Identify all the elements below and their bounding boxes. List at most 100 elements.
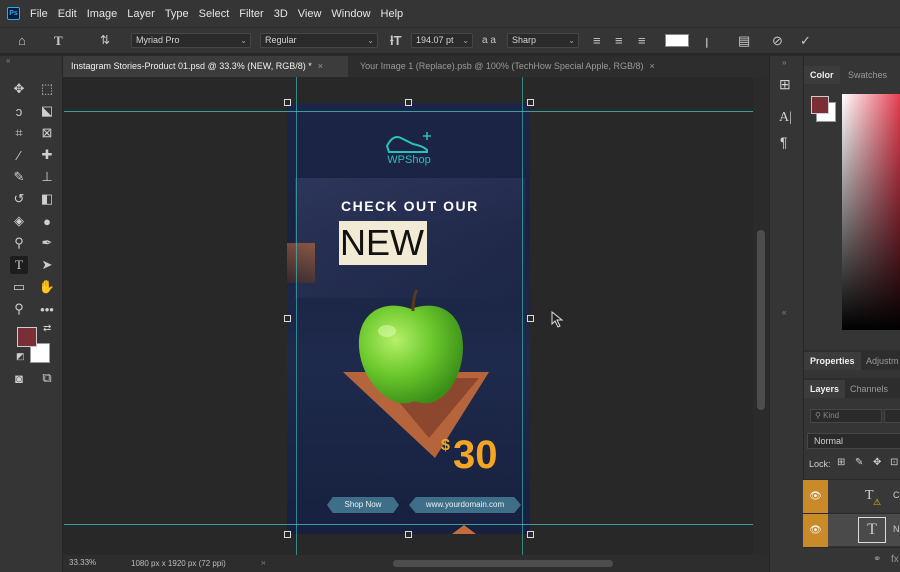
- collapse-icon[interactable]: «: [6, 56, 10, 65]
- crop-tool-icon[interactable]: ⌗: [10, 124, 28, 142]
- menu-help[interactable]: Help: [381, 8, 404, 20]
- menu-edit[interactable]: Edit: [58, 8, 77, 20]
- eraser-tool-icon[interactable]: ◧: [38, 190, 56, 208]
- menu-image[interactable]: Image: [87, 8, 118, 20]
- menu-select[interactable]: Select: [199, 8, 230, 20]
- scrollbar-thumb[interactable]: [757, 230, 765, 410]
- filter-type-icon[interactable]: [884, 409, 900, 423]
- foreground-color-swatch[interactable]: [17, 327, 37, 347]
- type-tool-preset-icon[interactable]: T: [54, 34, 63, 47]
- layer-row-selected[interactable]: 👁 T N: [803, 513, 900, 547]
- tab-channels[interactable]: Channels: [844, 380, 894, 398]
- dodge-tool-icon[interactable]: ⚲: [10, 234, 28, 252]
- menu-window[interactable]: Window: [331, 8, 370, 20]
- eye-icon[interactable]: 👁: [803, 514, 828, 547]
- swap-colors-icon[interactable]: ⇄: [43, 323, 51, 334]
- zoom-tool-icon[interactable]: ⚲: [10, 300, 28, 318]
- rectangle-tool-icon[interactable]: ▭: [10, 278, 28, 296]
- menu-type[interactable]: Type: [165, 8, 189, 20]
- menu-filter[interactable]: Filter: [239, 8, 263, 20]
- text-color-swatch[interactable]: [665, 34, 689, 47]
- menu-file[interactable]: File: [30, 8, 48, 20]
- tab-color[interactable]: Color: [804, 66, 840, 84]
- hand-tool-icon[interactable]: ✋: [38, 278, 56, 296]
- history-panel-icon[interactable]: ⊞: [779, 76, 791, 93]
- transform-handle[interactable]: [284, 99, 291, 106]
- pen-tool-icon[interactable]: ✒: [38, 234, 56, 252]
- font-family-select[interactable]: Myriad Pro ⌄: [131, 33, 251, 48]
- more-tools-icon[interactable]: •••: [38, 300, 56, 318]
- tab-swatches[interactable]: Swatches: [842, 66, 893, 84]
- commit-icon[interactable]: ✓: [800, 34, 811, 47]
- marquee-tool-icon[interactable]: ⬚: [38, 80, 56, 98]
- tab-your-image[interactable]: Your Image 1 (Replace).psb @ 100% (TechH…: [352, 56, 682, 77]
- align-left-icon[interactable]: ≡: [593, 34, 601, 47]
- frame-tool-icon[interactable]: ⊠: [38, 124, 56, 142]
- layer-kind-filter[interactable]: ⚲ Kind: [810, 409, 882, 423]
- menu-layer[interactable]: Layer: [127, 8, 155, 20]
- close-icon[interactable]: ×: [318, 61, 323, 71]
- blend-mode-select[interactable]: Normal: [807, 433, 900, 449]
- transform-handle[interactable]: [527, 315, 534, 322]
- h-scroll-left-icon[interactable]: ‹: [263, 558, 266, 567]
- quick-mask-icon[interactable]: ◙: [10, 369, 28, 387]
- document-info[interactable]: 1080 px x 1920 px (72 ppi): [131, 559, 226, 568]
- tab-instagram-stories[interactable]: Instagram Stories-Product 01.psd @ 33.3%…: [63, 56, 348, 77]
- menu-view[interactable]: View: [298, 8, 322, 20]
- zoom-level[interactable]: 33.33%: [69, 558, 96, 567]
- default-colors-icon[interactable]: ◩: [16, 351, 25, 362]
- tab-layers[interactable]: Layers: [804, 380, 846, 398]
- lock-image-icon[interactable]: ✎: [855, 457, 863, 468]
- layer-style-icon[interactable]: fx: [891, 554, 899, 565]
- new-text[interactable]: NEW: [340, 221, 424, 265]
- collapse-icon[interactable]: »: [782, 58, 786, 67]
- clone-stamp-tool-icon[interactable]: ⊥: [38, 168, 56, 186]
- paint-bucket-tool-icon[interactable]: ◈: [10, 212, 28, 230]
- move-tool-icon[interactable]: ✥: [10, 80, 28, 98]
- character-panel-icon[interactable]: A|: [779, 110, 792, 126]
- font-size-field[interactable]: 194.07 pt ⌄: [411, 33, 473, 48]
- transform-handle[interactable]: [284, 315, 291, 322]
- close-icon[interactable]: ×: [649, 61, 654, 71]
- path-select-tool-icon[interactable]: ➤: [38, 256, 56, 274]
- antialias-select[interactable]: Sharp ⌄: [507, 33, 579, 48]
- shop-now-button[interactable]: Shop Now: [327, 497, 399, 513]
- layer-row[interactable]: 👁 T ⚠ C: [803, 479, 900, 513]
- transform-handle[interactable]: [405, 99, 412, 106]
- horizontal-guide[interactable]: [64, 111, 753, 112]
- horizontal-guide[interactable]: [64, 524, 753, 525]
- collapse-icon[interactable]: «: [782, 308, 786, 317]
- transform-handle[interactable]: [527, 99, 534, 106]
- artboard[interactable]: WPShop CHECK OUT OUR NEW $ 30 Shop Now w…: [287, 103, 530, 534]
- align-right-icon[interactable]: ≡: [638, 34, 646, 47]
- website-url-button[interactable]: www.yourdomain.com: [409, 497, 521, 513]
- link-layers-icon[interactable]: ⚭: [873, 554, 881, 565]
- paragraph-panel-icon[interactable]: ¶: [780, 134, 788, 150]
- lock-position-icon[interactable]: ✥: [873, 457, 881, 468]
- menu-3d[interactable]: 3D: [274, 8, 288, 20]
- home-icon[interactable]: ⌂: [18, 34, 26, 47]
- blur-tool-icon[interactable]: ●: [38, 212, 56, 230]
- object-select-tool-icon[interactable]: ⬕: [38, 102, 56, 120]
- transform-handle[interactable]: [527, 531, 534, 538]
- lock-transparent-icon[interactable]: ⊞: [837, 457, 845, 468]
- type-tool-icon[interactable]: T: [10, 256, 28, 274]
- screen-mode-icon[interactable]: ⧉: [38, 369, 56, 387]
- cancel-icon[interactable]: ⊘: [772, 34, 783, 47]
- lasso-tool-icon[interactable]: ↄ: [10, 102, 28, 120]
- font-style-select[interactable]: Regular ⌄: [260, 33, 378, 48]
- transform-handle[interactable]: [284, 531, 291, 538]
- lock-artboard-icon[interactable]: ⊡: [890, 457, 898, 468]
- color-picker-field[interactable]: [842, 94, 900, 330]
- eye-icon[interactable]: 👁: [803, 480, 828, 513]
- brush-tool-icon[interactable]: ✎: [10, 168, 28, 186]
- vertical-guide[interactable]: [296, 77, 297, 555]
- transform-handle[interactable]: [405, 531, 412, 538]
- align-center-icon[interactable]: ≡: [615, 34, 623, 47]
- tab-properties[interactable]: Properties: [804, 352, 861, 370]
- tab-adjustments[interactable]: Adjustm: [860, 352, 900, 370]
- color-fg-swatch[interactable]: [811, 96, 829, 114]
- healing-brush-tool-icon[interactable]: ✚: [38, 146, 56, 164]
- warp-text-icon[interactable]: ꞁ: [705, 34, 709, 47]
- orientation-toggle-icon[interactable]: ⇅: [100, 34, 110, 47]
